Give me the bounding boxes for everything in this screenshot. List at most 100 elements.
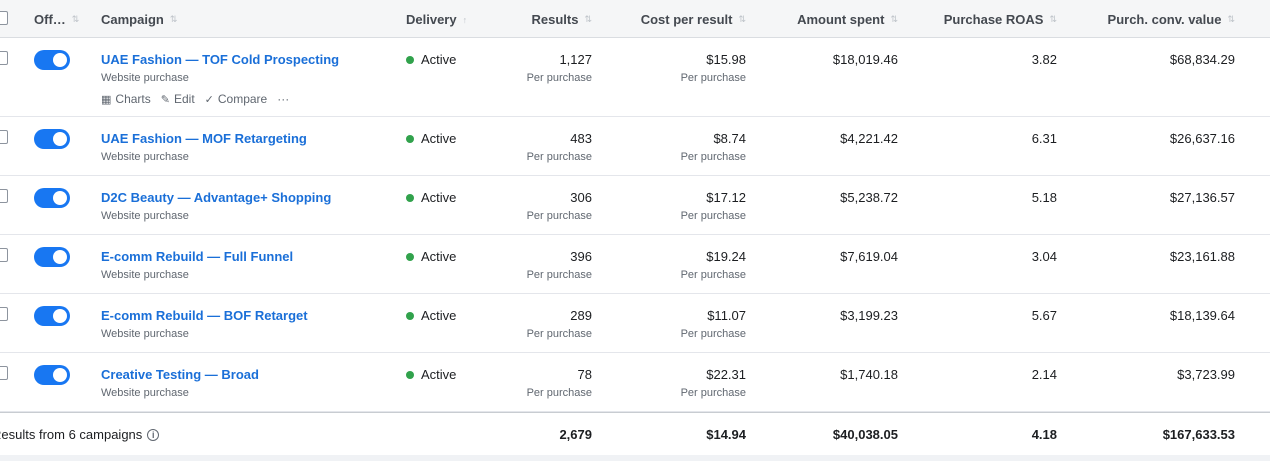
- campaign-cell: E-comm Rebuild — Full Funnel Website pur…: [101, 249, 293, 281]
- campaign-toggle[interactable]: [34, 129, 70, 149]
- column-header-cost-per-result-label: Cost per result: [640, 12, 733, 27]
- results-cell: 483 Per purchase: [527, 131, 592, 163]
- purchase-roas-cell: 5.67: [1031, 308, 1057, 323]
- summary-purch-conv-value: $167,633.53: [1162, 427, 1235, 442]
- delivery-label: Active: [421, 249, 457, 264]
- column-header-purchase-roas[interactable]: Purchase ROAS ⇅: [944, 12, 1057, 27]
- amount-spent-cell: $3,199.23: [840, 308, 898, 323]
- row-checkbox[interactable]: [0, 366, 8, 380]
- campaign-name-link[interactable]: E-comm Rebuild — Full Funnel: [101, 249, 293, 264]
- active-status-dot: [406, 370, 414, 379]
- more-options-icon[interactable]: ···: [277, 92, 289, 106]
- compare-action[interactable]: ✓ Compare: [205, 92, 268, 106]
- cpr-sub: Per purchase: [680, 151, 746, 163]
- sort-icon: ⇅: [890, 14, 898, 24]
- amount-spent-cell: $4,221.42: [840, 131, 898, 146]
- results-value: 483: [570, 131, 592, 146]
- amount-spent-cell: $1,740.18: [840, 367, 898, 382]
- row-checkbox[interactable]: [0, 189, 8, 203]
- campaign-cell: D2C Beauty — Advantage+ Shopping Website…: [101, 190, 331, 222]
- row-checkbox[interactable]: [0, 51, 8, 65]
- results-cell: 78 Per purchase: [527, 367, 592, 399]
- campaign-toggle[interactable]: [34, 188, 70, 208]
- results-value: 306: [570, 190, 592, 205]
- campaign-name-link[interactable]: Creative Testing — Broad: [101, 367, 259, 382]
- delivery-status: Active: [406, 308, 456, 323]
- select-all-checkbox[interactable]: [0, 11, 8, 25]
- cpr-value: $17.12: [706, 190, 746, 205]
- sort-icon: ⇅: [1227, 14, 1235, 24]
- amount-spent-cell: $5,238.72: [840, 190, 898, 205]
- campaign-cell: UAE Fashion — MOF Retargeting Website pu…: [101, 131, 307, 163]
- column-header-campaign-label: Campaign: [101, 12, 164, 27]
- edit-action[interactable]: ✎ Edit: [161, 92, 195, 106]
- sort-icon: ⇅: [584, 14, 592, 24]
- summary-label-text: Results from 6 campaigns: [0, 427, 143, 442]
- results-cell: 396 Per purchase: [527, 249, 592, 281]
- campaign-toggle[interactable]: [34, 50, 70, 70]
- table-row[interactable]: E-comm Rebuild — BOF Retarget Website pu…: [0, 294, 1270, 353]
- results-cell: 306 Per purchase: [527, 190, 592, 222]
- cpr-sub: Per purchase: [680, 210, 746, 222]
- column-header-campaign[interactable]: Campaign ⇅: [101, 12, 177, 27]
- active-status-dot: [406, 311, 414, 320]
- results-value: 1,127: [559, 52, 592, 67]
- summary-purchase-roas: 4.18: [1031, 427, 1057, 442]
- row-checkbox[interactable]: [0, 307, 8, 321]
- purchase-roas-cell: 3.82: [1031, 52, 1057, 67]
- campaign-name-link[interactable]: UAE Fashion — TOF Cold Prospecting: [101, 52, 339, 67]
- column-header-purchase-roas-label: Purchase ROAS: [943, 12, 1044, 27]
- campaign-toggle[interactable]: [34, 365, 70, 385]
- cpr-value: $22.31: [706, 367, 746, 382]
- campaign-objective: Website purchase: [101, 387, 189, 399]
- campaign-objective: Website purchase: [101, 72, 189, 84]
- table-row[interactable]: D2C Beauty — Advantage+ Shopping Website…: [0, 176, 1270, 235]
- summary-amount-spent: $40,038.05: [832, 427, 898, 442]
- campaign-objective: Website purchase: [101, 328, 189, 340]
- row-checkbox[interactable]: [0, 130, 8, 144]
- table-row[interactable]: E-comm Rebuild — Full Funnel Website pur…: [0, 235, 1270, 294]
- pencil-icon: ✎: [160, 93, 170, 106]
- horizontal-scrollbar-track[interactable]: [0, 455, 1270, 461]
- results-sub: Per purchase: [526, 151, 592, 163]
- campaign-name-link[interactable]: UAE Fashion — MOF Retargeting: [101, 131, 307, 146]
- purchase-roas-cell: 3.04: [1031, 249, 1057, 264]
- summary-cost-per-result: $14.94: [706, 427, 746, 442]
- column-header-off[interactable]: Off… ⇅: [34, 12, 79, 27]
- check-icon: ✓: [204, 93, 214, 106]
- purch-conv-value-cell: $23,161.88: [1169, 249, 1235, 264]
- info-icon[interactable]: i: [147, 428, 160, 441]
- campaign-name-link[interactable]: D2C Beauty — Advantage+ Shopping: [101, 190, 331, 205]
- amount-spent-cell: $7,619.04: [840, 249, 898, 264]
- sort-icon: ⇅: [738, 14, 746, 24]
- cpr-value: $15.98: [706, 52, 746, 67]
- column-header-delivery[interactable]: Delivery ↑: [406, 12, 467, 27]
- cpr-sub: Per purchase: [680, 72, 746, 84]
- table-row[interactable]: Creative Testing — Broad Website purchas…: [0, 353, 1270, 412]
- cpr-value: $19.24: [706, 249, 746, 264]
- campaign-name-link[interactable]: E-comm Rebuild — BOF Retarget: [101, 308, 308, 323]
- column-header-amount-spent[interactable]: Amount spent ⇅: [797, 12, 898, 27]
- cost-per-result-cell: $15.98 Per purchase: [681, 52, 746, 84]
- row-checkbox[interactable]: [0, 248, 8, 262]
- column-header-cost-per-result[interactable]: Cost per result ⇅: [641, 12, 746, 27]
- amount-spent-cell: $18,019.46: [832, 52, 898, 67]
- charts-action[interactable]: ▦ Charts: [101, 92, 151, 106]
- campaign-objective: Website purchase: [101, 151, 189, 163]
- delivery-status: Active: [406, 131, 456, 146]
- column-header-results[interactable]: Results ⇅: [531, 12, 592, 27]
- table-row[interactable]: UAE Fashion — MOF Retargeting Website pu…: [0, 117, 1270, 176]
- purch-conv-value-cell: $3,723.99: [1177, 367, 1235, 382]
- campaign-toggle[interactable]: [34, 247, 70, 267]
- results-sub: Per purchase: [526, 328, 592, 340]
- campaign-objective: Website purchase: [101, 210, 189, 222]
- delivery-status: Active: [406, 52, 456, 67]
- purchase-roas-cell: 6.31: [1031, 131, 1057, 146]
- delivery-label: Active: [421, 131, 457, 146]
- charts-label: Charts: [115, 92, 151, 106]
- campaign-toggle[interactable]: [34, 306, 70, 326]
- table-row[interactable]: UAE Fashion — TOF Cold Prospecting Websi…: [0, 38, 1270, 117]
- sort-icon: ⇅: [71, 14, 80, 24]
- column-header-purch-conv-value[interactable]: Purch. conv. value ⇅: [1108, 12, 1235, 27]
- results-sub: Per purchase: [526, 72, 592, 84]
